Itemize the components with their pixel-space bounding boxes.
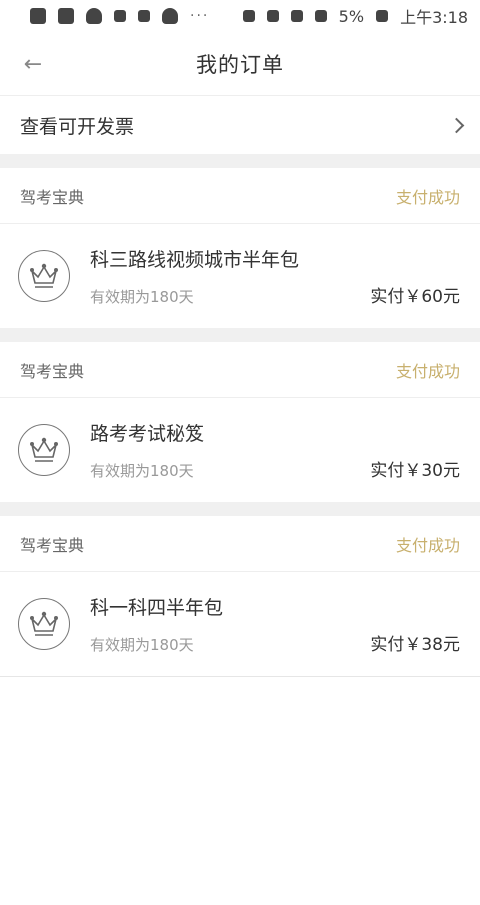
order-status: 支付成功 — [395, 187, 460, 207]
page-title: 我的订单 — [196, 52, 284, 77]
order-status: 支付成功 — [395, 535, 460, 555]
section-gap — [0, 502, 480, 516]
notification-icon — [30, 8, 46, 24]
order-header: 驾考宝典 支付成功 — [0, 516, 480, 572]
tiktok-icon — [114, 10, 126, 22]
back-arrow-icon: ← — [23, 51, 43, 77]
order-body: 科三路线视频城市半年包 有效期为180天 实付￥60元 — [0, 224, 480, 328]
shop-name: 驾考宝典 — [20, 361, 85, 381]
crown-icon — [18, 250, 70, 302]
app-bar: ← 我的订单 — [0, 32, 480, 96]
battery-icon — [376, 10, 389, 22]
status-bar-left-icons: ··· — [30, 8, 209, 24]
crown-icon — [18, 598, 70, 650]
view-invoices-label: 查看可开发票 — [20, 115, 135, 138]
battery-percentage: 5% — [338, 6, 365, 26]
order-card[interactable]: 驾考宝典 支付成功 科一科四半年包 有效期为180天 实付￥38元 — [0, 516, 480, 676]
app-icon — [138, 10, 150, 22]
section-gap — [0, 154, 480, 168]
validity-period: 有效期为180天 — [90, 462, 194, 480]
order-info: 科一科四半年包 有效期为180天 实付￥38元 — [90, 593, 460, 655]
order-info: 科三路线视频城市半年包 有效期为180天 实付￥60元 — [90, 245, 460, 307]
more-notifications: ··· — [190, 8, 210, 24]
order-card[interactable]: 驾考宝典 支付成功 路考考试秘笈 有效期为180天 实付￥30元 — [0, 342, 480, 502]
bluetooth-icon — [242, 10, 255, 22]
order-body: 路考考试秘笈 有效期为180天 实付￥30元 — [0, 398, 480, 502]
order-header: 驾考宝典 支付成功 — [0, 342, 480, 398]
paid-amount: 实付￥30元 — [370, 461, 460, 481]
order-card[interactable]: 驾考宝典 支付成功 科三路线视频城市半年包 有效期为180天 实付￥60元 — [0, 168, 480, 328]
clock: 上午3:18 — [400, 8, 468, 27]
list-end-divider — [0, 676, 480, 677]
wifi-icon — [290, 10, 303, 22]
order-body: 科一科四半年包 有效期为180天 实付￥38元 — [0, 572, 480, 676]
order-status: 支付成功 — [395, 361, 460, 381]
qq-icon — [86, 8, 102, 24]
paid-amount: 实付￥38元 — [370, 635, 460, 655]
qq-icon-2 — [162, 8, 178, 24]
status-bar: ··· 5% 上午3:18 — [0, 0, 480, 32]
shop-name: 驾考宝典 — [20, 535, 85, 555]
paid-amount: 实付￥60元 — [370, 287, 460, 307]
product-name: 科一科四半年包 — [90, 597, 224, 619]
chevron-right-icon — [448, 117, 465, 133]
nfc-icon — [266, 10, 279, 22]
shop-name: 驾考宝典 — [20, 187, 85, 207]
validity-period: 有效期为180天 — [90, 288, 194, 306]
notification-square-icon — [58, 8, 74, 24]
view-invoices-row[interactable]: 查看可开发票 — [0, 96, 480, 154]
product-name: 科三路线视频城市半年包 — [90, 249, 300, 271]
order-header: 驾考宝典 支付成功 — [0, 168, 480, 224]
order-info: 路考考试秘笈 有效期为180天 实付￥30元 — [90, 419, 460, 481]
back-button[interactable]: ← — [16, 48, 50, 80]
signal-icon — [314, 10, 327, 22]
crown-icon — [18, 424, 70, 476]
section-gap — [0, 328, 480, 342]
status-bar-right-icons: 5% 上午3:18 — [242, 4, 468, 28]
validity-period: 有效期为180天 — [90, 636, 194, 654]
product-name: 路考考试秘笈 — [90, 423, 205, 445]
